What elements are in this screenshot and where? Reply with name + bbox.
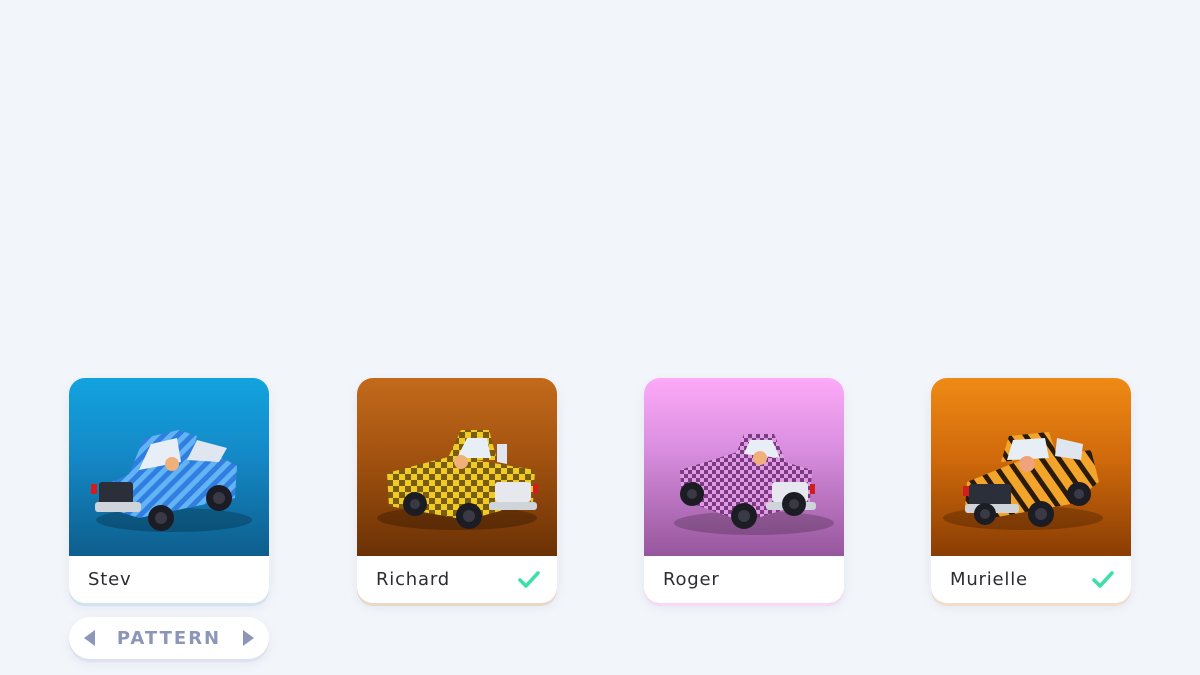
triangle-left-icon[interactable] (79, 627, 101, 649)
car-name: Murielle (950, 569, 1028, 590)
car-name-row: Murielle (931, 556, 1131, 603)
car-preview (69, 378, 269, 556)
car-name: Richard (376, 569, 450, 590)
car-name: Roger (663, 569, 720, 590)
car-card-roger[interactable]: Roger (644, 378, 844, 603)
triangle-right-icon[interactable] (237, 627, 259, 649)
car-preview (931, 378, 1131, 556)
car-model-image (377, 430, 538, 530)
pattern-selector-label: PATTERN (116, 627, 222, 649)
car-model-image (674, 434, 834, 535)
car-name-row: Stev (69, 556, 269, 603)
checkmark-icon (1092, 571, 1114, 588)
car-card-murielle[interactable]: Murielle (931, 378, 1131, 603)
car-card-stev[interactable]: Stev (69, 378, 269, 603)
car-model-image (943, 432, 1103, 530)
car-name: Stev (88, 569, 132, 590)
car-preview (357, 378, 557, 556)
car-name-row: Richard (357, 556, 557, 603)
game-screen: Stev Richard Roger Murielle PATTERN (0, 0, 1200, 675)
pattern-selector: PATTERN (69, 617, 269, 659)
car-model-image (91, 430, 252, 532)
car-preview (644, 378, 844, 556)
car-name-row: Roger (644, 556, 844, 603)
checkmark-icon (518, 571, 540, 588)
car-card-richard[interactable]: Richard (357, 378, 557, 603)
